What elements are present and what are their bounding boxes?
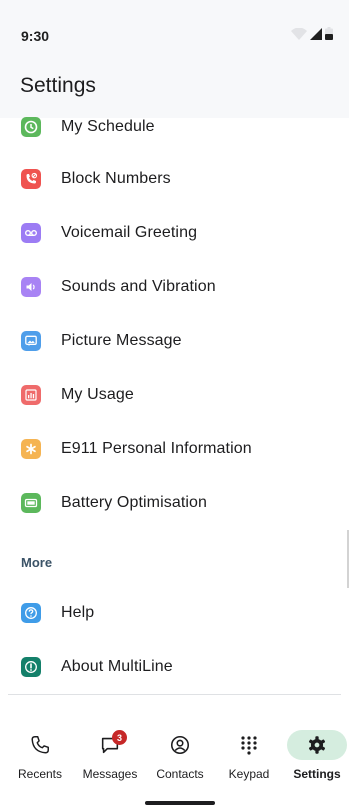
settings-item-label: My Usage xyxy=(61,386,134,403)
tab-messages[interactable]: 3 Messages xyxy=(75,722,145,792)
schedule-icon xyxy=(21,117,41,137)
cell-signal-icon xyxy=(310,27,322,40)
battery-status-icon xyxy=(325,27,333,40)
settings-item-label: My Schedule xyxy=(61,118,155,135)
tab-contacts-pill xyxy=(150,730,210,760)
settings-item-label: Battery Optimisation xyxy=(61,494,208,511)
contacts-icon xyxy=(170,735,190,755)
tab-recents-pill xyxy=(10,730,70,760)
tab-recents[interactable]: Recents xyxy=(5,722,75,792)
picture-icon xyxy=(21,331,41,351)
tab-label: Keypad xyxy=(228,767,270,781)
settings-item-label: Help xyxy=(61,604,95,621)
settings-item-picture-message[interactable]: Picture Message xyxy=(0,314,349,368)
bottom-navigation: Recents 3 Messages Contacts Keypad Setti… xyxy=(0,722,349,810)
tab-label: Contacts xyxy=(156,767,204,781)
block-numbers-icon xyxy=(21,169,41,189)
tab-messages-pill xyxy=(80,730,140,760)
settings-item-label: About MultiLine xyxy=(61,658,173,675)
settings-item-help[interactable]: Help xyxy=(0,586,349,640)
settings-item-block-numbers[interactable]: Block Numbers xyxy=(0,152,349,206)
tab-contacts[interactable]: Contacts xyxy=(145,722,215,792)
settings-item-label: Sounds and Vibration xyxy=(61,278,216,295)
tab-label: Settings xyxy=(293,767,341,781)
battery-icon xyxy=(21,493,41,513)
tab-keypad[interactable]: Keypad xyxy=(214,722,284,792)
settings-item-my-usage[interactable]: My Usage xyxy=(0,368,349,422)
system-icons xyxy=(291,27,333,40)
settings-item-label: Picture Message xyxy=(61,332,182,349)
settings-item-label: Block Numbers xyxy=(61,170,171,187)
voicemail-icon xyxy=(21,223,41,243)
status-time: 9:30 xyxy=(21,28,50,44)
settings-item-sounds-and-vibration[interactable]: Sounds and Vibration xyxy=(0,260,349,314)
tab-settings-pill xyxy=(287,730,347,760)
settings-item-battery-optimisation[interactable]: Battery Optimisation xyxy=(0,476,349,530)
tab-label: Messages xyxy=(82,767,138,781)
home-indicator[interactable] xyxy=(145,801,215,805)
tab-keypad-pill xyxy=(219,730,279,760)
tab-settings[interactable]: Settings xyxy=(282,722,349,792)
settings-item-e911-personal-information[interactable]: E911 Personal Information xyxy=(0,422,349,476)
status-bar: 9:30 xyxy=(0,0,349,68)
settings-item-voicemail-greeting[interactable]: Voicemail Greeting xyxy=(0,206,349,260)
settings-item-my-schedule[interactable]: My Schedule xyxy=(0,100,349,154)
tab-label: Recents xyxy=(17,767,63,781)
about-icon xyxy=(21,657,41,677)
usage-icon xyxy=(21,385,41,405)
list-divider xyxy=(8,694,341,695)
page-title: Settings xyxy=(20,74,96,97)
settings-item-label: Voicemail Greeting xyxy=(61,224,198,241)
keypad-icon xyxy=(241,736,257,755)
settings-gear-icon xyxy=(308,736,326,754)
settings-item-about-multiline[interactable]: About MultiLine xyxy=(0,640,349,694)
unread-badge: 3 xyxy=(112,730,127,745)
section-header-more: More xyxy=(21,555,53,570)
settings-item-label: E911 Personal Information xyxy=(61,440,252,457)
e911-icon xyxy=(21,439,41,459)
help-icon xyxy=(21,603,41,623)
phone-icon xyxy=(31,736,49,754)
wifi-icon xyxy=(291,27,307,40)
sound-icon xyxy=(21,277,41,297)
